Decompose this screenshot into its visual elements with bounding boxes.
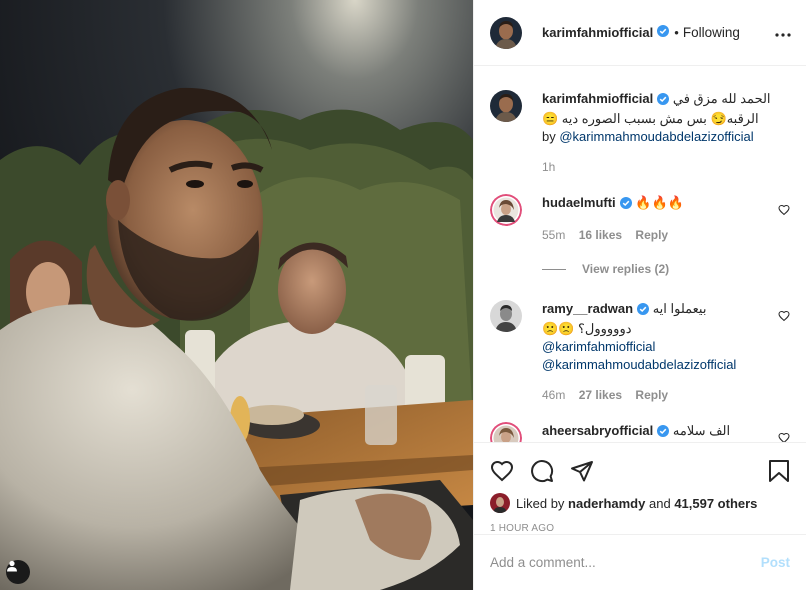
avatar[interactable] xyxy=(490,422,522,442)
avatar[interactable] xyxy=(490,90,522,122)
share-button[interactable] xyxy=(570,459,594,486)
comment-mention[interactable]: @karimfahmiofficial xyxy=(542,338,790,356)
caption-time[interactable]: 1h xyxy=(542,160,555,174)
comment-time[interactable]: 55m xyxy=(542,228,565,242)
more-horizontal-icon xyxy=(775,33,791,37)
comment: aheersabryofficial الف سلامه xyxy=(490,422,790,442)
heart-icon xyxy=(778,204,790,216)
verified-badge-icon xyxy=(657,92,670,110)
reply-button[interactable]: Reply xyxy=(635,388,668,402)
likes-prefix: Liked by xyxy=(516,495,565,511)
like-comment-button[interactable] xyxy=(778,310,790,325)
verified-badge-icon xyxy=(657,424,670,442)
following-button[interactable]: Following xyxy=(683,25,740,40)
comment-icon xyxy=(531,459,554,482)
avatar[interactable] xyxy=(490,194,522,226)
person-icon xyxy=(7,560,17,572)
divider xyxy=(542,268,566,270)
caption-mention[interactable]: @karimmahmoudabdelazizofficial xyxy=(559,129,753,144)
verified-badge-icon xyxy=(637,302,650,320)
post-side-panel: karimfahmiofficial • Following karimfahm… xyxy=(473,0,806,590)
like-comment-button[interactable] xyxy=(778,204,790,219)
comment-text: الف سلامه xyxy=(672,423,731,438)
more-options-button[interactable] xyxy=(775,25,791,40)
action-bar xyxy=(474,443,806,491)
paper-plane-icon xyxy=(571,460,593,481)
heart-icon xyxy=(778,432,790,442)
comment-time[interactable]: 46m xyxy=(542,388,565,402)
avatar[interactable] xyxy=(490,300,522,332)
likes-count[interactable]: 41,597 others xyxy=(674,496,757,511)
comment: hudaelmufti 🔥🔥🔥 55m 16 likes Reply xyxy=(490,194,790,244)
header-separator: • xyxy=(674,25,679,40)
comment-likes[interactable]: 27 likes xyxy=(579,388,622,402)
header-username[interactable]: karimfahmiofficial xyxy=(542,25,653,40)
caption: karimfahmiofficial الحمد لله مزق في الرق… xyxy=(490,90,790,176)
post-actions-section: Liked by naderhamdy and 41,597 others 1 … xyxy=(474,442,806,534)
heart-icon xyxy=(490,460,514,481)
tagged-users-button[interactable] xyxy=(6,560,30,584)
avatar[interactable] xyxy=(490,493,510,513)
post-photo[interactable] xyxy=(0,0,473,590)
save-button[interactable] xyxy=(768,459,790,486)
comment-button[interactable] xyxy=(530,459,554,486)
comments-list[interactable]: karimfahmiofficial الحمد لله مزق في الرق… xyxy=(474,67,806,442)
liker-username[interactable]: naderhamdy xyxy=(568,496,645,511)
comment-username[interactable]: aheersabryofficial xyxy=(542,423,653,438)
reply-button[interactable]: Reply xyxy=(635,228,668,242)
instagram-post: karimfahmiofficial • Following karimfahm… xyxy=(0,0,806,590)
comment-text: 🔥🔥🔥 xyxy=(635,195,684,210)
post-timestamp[interactable]: 1 HOUR AGO xyxy=(474,523,806,534)
likes-summary: Liked by naderhamdy and 41,597 others xyxy=(474,491,806,515)
caption-by-label: by xyxy=(542,129,556,144)
avatar[interactable] xyxy=(490,16,522,49)
like-comment-button[interactable] xyxy=(778,432,790,442)
comment-username[interactable]: hudaelmufti xyxy=(542,195,616,210)
add-comment-bar: Post xyxy=(474,534,806,590)
likes-and: and xyxy=(648,495,671,511)
post-header: karimfahmiofficial • Following xyxy=(474,0,806,66)
heart-icon xyxy=(778,310,790,322)
view-replies-button[interactable]: View replies (2) xyxy=(542,262,790,276)
comment-text-line1: بيعملوا ايه xyxy=(652,301,707,316)
post-image xyxy=(0,0,473,590)
comment-likes[interactable]: 16 likes xyxy=(579,228,622,242)
bookmark-icon xyxy=(769,459,789,482)
verified-badge-icon xyxy=(619,196,632,214)
like-button[interactable] xyxy=(490,459,514,486)
comment-text-line2: دووووول؟ 🙁🙁 xyxy=(542,321,632,336)
view-replies-label: View replies (2) xyxy=(582,262,670,276)
comment-mention[interactable]: @karimmahmoudabdelazizofficial xyxy=(542,356,790,374)
comment: ramy__radwan بيعملوا ايه دووووول؟ 🙁🙁 @ka… xyxy=(490,300,790,404)
caption-username[interactable]: karimfahmiofficial xyxy=(542,91,653,106)
post-comment-button[interactable]: Post xyxy=(761,555,790,570)
comment-username[interactable]: ramy__radwan xyxy=(542,301,633,316)
comment-input[interactable] xyxy=(490,555,761,570)
caption-text-line2: الرقبه😏 بس مش بسبب الصوره ديه 😑 xyxy=(542,111,759,126)
caption-text-line1: الحمد لله مزق في xyxy=(672,91,771,106)
verified-badge-icon xyxy=(657,25,670,40)
